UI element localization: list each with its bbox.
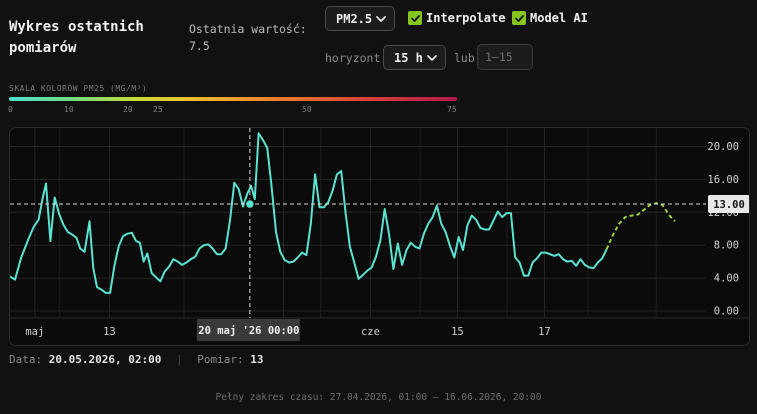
y-tick-label: 8.00 — [714, 240, 739, 252]
info-bar: Data: 20.05.2026, 02:00 | Pomiar: 13 — [9, 353, 263, 366]
measure-label: Pomiar: — [197, 353, 244, 366]
y-tick-label: 4.00 — [714, 273, 739, 285]
last-value-label: Ostatnia wartość: — [189, 22, 307, 36]
color-scale-bar — [9, 97, 457, 101]
x-axis-strip — [10, 318, 749, 345]
color-scale-title: SKALA KOLORÓW PM25 (MG/M³) — [9, 84, 148, 93]
model-ai-checkbox[interactable]: Model AI — [512, 11, 588, 25]
x-tick-label: 17 — [538, 326, 551, 338]
chevron-down-icon — [427, 54, 437, 61]
scale-tick: 10 — [64, 105, 74, 114]
y-tick-label: 0.00 — [714, 306, 739, 318]
cursor-x-label: 20 maj '26 00:00 — [198, 325, 299, 337]
date-label: Data: — [9, 353, 43, 366]
last-value: 7.5 — [189, 39, 210, 53]
forecast-line — [605, 202, 676, 250]
y-tick-label: 16.00 — [707, 174, 739, 186]
chart-panel[interactable]: 0.004.008.0012.0016.0020.00maj1327cze151… — [9, 127, 750, 346]
page-title: Wykres ostatnich pomiarów — [9, 19, 144, 56]
full-time-range: Pełny zakres czasu: 27.04.2026, 01:00 – … — [215, 392, 542, 403]
x-tick-label: cze — [361, 326, 380, 338]
horizon-label: horyzont — [325, 51, 381, 65]
chevron-down-icon — [376, 15, 386, 22]
interpolate-checkbox[interactable]: Interpolate — [408, 11, 505, 25]
x-tick-label: 13 — [103, 326, 116, 338]
horizon-select-value: 15 h — [394, 50, 423, 65]
cursor-y-label: 13.00 — [713, 199, 745, 211]
horizon-range-input[interactable] — [477, 44, 533, 70]
or-label: lub — [454, 51, 475, 65]
x-tick-label: maj — [25, 326, 44, 338]
model-ai-label: Model AI — [530, 11, 588, 25]
measure-value: 13 — [250, 353, 264, 366]
series-line — [10, 132, 608, 294]
divider: | — [175, 353, 183, 366]
scale-tick: 25 — [153, 105, 163, 114]
scale-tick: 50 — [302, 105, 312, 114]
check-icon — [512, 11, 526, 25]
scale-tick: 75 — [447, 105, 457, 114]
x-tick-label: 15 — [451, 326, 464, 338]
date-value: 20.05.2026, 02:00 — [48, 353, 162, 366]
scale-tick: 0 — [8, 105, 13, 114]
metric-select-value: PM2.5 — [336, 11, 373, 26]
y-tick-label: 20.00 — [707, 141, 739, 153]
interpolate-label: Interpolate — [426, 11, 506, 25]
cursor-point — [244, 198, 256, 210]
scale-tick: 20 — [123, 105, 133, 114]
line-chart[interactable]: 0.004.008.0012.0016.0020.00maj1327cze151… — [10, 128, 750, 346]
horizon-select[interactable]: 15 h — [383, 45, 446, 70]
metric-select[interactable]: PM2.5 — [325, 6, 395, 31]
check-icon — [408, 11, 422, 25]
